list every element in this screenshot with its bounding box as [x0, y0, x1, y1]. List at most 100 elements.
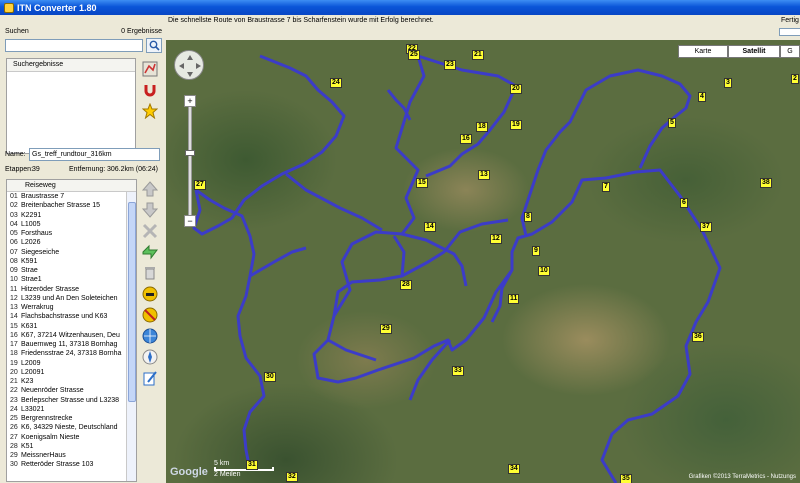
map-type-extra-button[interactable]: G [780, 45, 800, 58]
compass-button[interactable] [139, 347, 160, 367]
route-marker[interactable]: 28 [400, 280, 412, 290]
list-item[interactable]: 18 Friedensstrae 24, 37318 Bornha [7, 349, 127, 358]
list-item[interactable]: 16 K67, 37214 Witzenhausen, Deu [7, 331, 127, 340]
route-marker[interactable]: 19 [510, 120, 522, 130]
route-marker[interactable]: 23 [444, 60, 456, 70]
route-marker[interactable]: 4 [698, 92, 706, 102]
list-item[interactable]: 01 Braustrasse 7 [7, 192, 127, 201]
avoid-button[interactable] [139, 305, 160, 325]
route-marker[interactable]: 9 [532, 246, 540, 256]
list-item[interactable]: 11 Hitzeröder Strasse [7, 285, 127, 294]
list-item[interactable]: 28 K51 [7, 442, 127, 451]
route-marker[interactable]: 34 [508, 464, 520, 474]
route-marker[interactable]: 36 [692, 332, 704, 342]
list-item[interactable]: 06 L2026 [7, 238, 127, 247]
reverse-button[interactable] [139, 242, 160, 262]
list-item[interactable]: 07 Siegeseiche [7, 248, 127, 257]
route-marker[interactable]: 38 [760, 178, 772, 188]
distance-label: Entfernung: [69, 166, 106, 173]
route-marker[interactable]: 16 [460, 134, 472, 144]
route-marker[interactable]: 18 [476, 122, 488, 132]
list-item[interactable]: 24 L33021 [7, 405, 127, 414]
list-item[interactable]: 02 Breitenbacher Strasse 15 [7, 201, 127, 210]
zoom-out-button[interactable]: − [184, 215, 196, 227]
edit-button[interactable] [139, 368, 160, 388]
route-marker[interactable]: 37 [700, 222, 712, 232]
list-item-label: L33021 [21, 405, 45, 413]
route-marker[interactable]: 10 [538, 266, 550, 276]
list-item[interactable]: 08 K591 [7, 257, 127, 266]
trash-icon [144, 267, 155, 280]
route-marker[interactable]: 21 [472, 50, 484, 60]
list-item[interactable]: 04 L1005 [7, 220, 127, 229]
route-marker[interactable]: 3 [724, 78, 732, 88]
magnet-tool-button[interactable] [140, 80, 160, 100]
route-marker[interactable]: 15 [416, 178, 428, 188]
move-up-button[interactable] [139, 179, 160, 199]
route-marker[interactable]: 6 [680, 198, 688, 208]
route-marker[interactable]: 27 [194, 180, 206, 190]
route-marker[interactable]: 25 [408, 50, 420, 60]
list-item[interactable]: 22 Neuenröder Strasse [7, 386, 127, 395]
car-mode-button[interactable] [139, 284, 160, 304]
star-icon [142, 103, 158, 119]
search-results-header: Suchergebnisse [7, 59, 135, 72]
list-item[interactable]: 29 MeissnerHaus [7, 451, 127, 460]
zoom-handle[interactable] [185, 150, 195, 156]
route-marker[interactable]: 8 [524, 212, 532, 222]
route-marker[interactable]: 12 [490, 234, 502, 244]
route-marker[interactable]: 14 [424, 222, 436, 232]
scroll-thumb[interactable] [128, 202, 136, 402]
list-item[interactable]: 17 Bauernweg 11, 37318 Bornhag [7, 340, 127, 349]
route-marker[interactable]: 32 [286, 472, 298, 482]
list-item[interactable]: 15 K631 [7, 322, 127, 331]
list-item[interactable]: 10 Strae1 [7, 275, 127, 284]
list-item[interactable]: 12 L3239 und An Den Soleteichen [7, 294, 127, 303]
route-marker[interactable]: 24 [330, 78, 342, 88]
list-item[interactable]: 23 Berlepscher Strasse und L3238 [7, 396, 127, 405]
map-type-satellite-button[interactable]: Satellit [728, 45, 780, 58]
route-marker[interactable]: 20 [510, 84, 522, 94]
list-item[interactable]: 25 Bergrennstrecke [7, 414, 127, 423]
list-item-number: 19 [10, 359, 18, 367]
list-item[interactable]: 09 Strae [7, 266, 127, 275]
waypoint-list[interactable]: Reiseweg 01 Braustrasse 7 02 Breitenbacher … [6, 179, 137, 482]
list-item[interactable]: 14 Flachsbachstrasse und K63 [7, 312, 127, 321]
route-marker[interactable]: 5 [668, 118, 676, 128]
clear-button[interactable] [139, 263, 160, 283]
waypoint-list-scrollbar[interactable] [126, 192, 136, 481]
route-marker[interactable]: 2 [791, 74, 799, 84]
route-marker[interactable]: 29 [380, 324, 392, 334]
route-marker[interactable]: 33 [452, 366, 464, 376]
list-item[interactable]: 20 L20091 [7, 368, 127, 377]
zoom-in-button[interactable]: + [184, 95, 196, 107]
list-item[interactable]: 05 Forsthaus [7, 229, 127, 238]
search-button[interactable] [146, 38, 162, 53]
map-view[interactable]: + − Karte Satellit G Google 5 km 2 Meile… [166, 40, 800, 483]
map-type-map-button[interactable]: Karte [678, 45, 728, 58]
route-marker[interactable]: 31 [246, 460, 258, 470]
route-marker[interactable]: 30 [264, 372, 276, 382]
route-marker[interactable]: 35 [620, 474, 632, 483]
delete-button[interactable] [139, 221, 160, 241]
route-marker[interactable]: 7 [602, 182, 610, 192]
list-item[interactable]: 21 K23 [7, 377, 127, 386]
map-pan-control[interactable] [174, 50, 204, 80]
list-item[interactable]: 19 L2009 [7, 359, 127, 368]
move-down-button[interactable] [139, 200, 160, 220]
favorite-button[interactable] [140, 101, 160, 121]
route-marker[interactable]: 11 [508, 294, 520, 304]
list-item[interactable]: 26 K6, 34329 Nieste, Deutschland [7, 423, 127, 432]
route-marker[interactable]: 13 [478, 170, 490, 180]
list-item[interactable]: 13 Werrakrug [7, 303, 127, 312]
list-item[interactable]: 03 K2291 [7, 211, 127, 220]
list-item[interactable]: 27 Koenigsalm Nieste [7, 433, 127, 442]
globe-button[interactable] [139, 326, 160, 346]
search-input[interactable] [5, 39, 143, 52]
list-item-label: Forsthaus [21, 230, 53, 237]
route-tool-button[interactable] [140, 59, 160, 79]
zoom-slider[interactable]: + − [184, 95, 196, 227]
route-name-input[interactable]: Gs_treff_rundtour_316km [29, 148, 160, 161]
search-results-list[interactable]: Suchergebnisse [6, 58, 136, 154]
list-item[interactable]: 30 Retteröder Strasse 103 [7, 460, 127, 469]
